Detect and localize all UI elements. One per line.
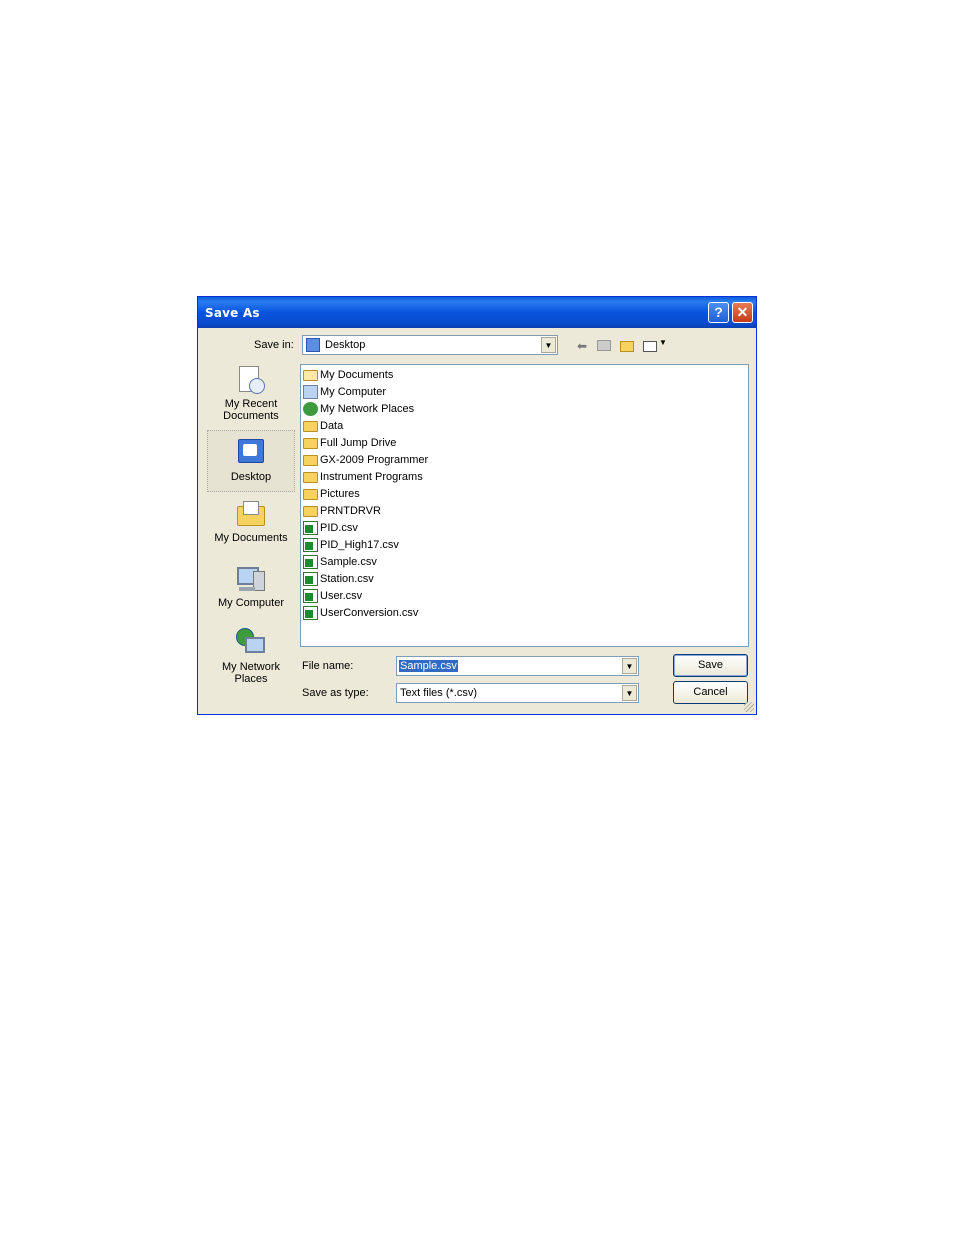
file-name-input[interactable]: Sample.csv ▼ xyxy=(396,656,639,676)
close-icon: ✕ xyxy=(736,304,749,320)
file-name: Instrument Programs xyxy=(320,471,423,483)
new-folder-icon[interactable] xyxy=(620,338,636,352)
folder-icon xyxy=(303,506,318,517)
file-name: PID_High17.csv xyxy=(320,539,399,551)
file-name: Full Jump Drive xyxy=(320,437,397,449)
file-name: UserConversion.csv xyxy=(320,607,419,619)
my-documents-icon xyxy=(235,498,267,530)
save-as-type-value: Text files (*.csv) xyxy=(400,687,478,699)
file-name: Station.csv xyxy=(320,573,374,585)
csv-file-icon xyxy=(303,521,318,535)
chevron-down-icon[interactable]: ▼ xyxy=(541,337,556,353)
network-places-icon xyxy=(303,402,318,416)
desktop-icon xyxy=(306,338,320,352)
help-button[interactable]: ? xyxy=(708,302,729,323)
file-name: Sample.csv xyxy=(320,556,377,568)
folder-icon xyxy=(303,421,318,432)
folder-icon xyxy=(303,438,318,449)
desktop-icon xyxy=(235,437,267,469)
resize-grip[interactable] xyxy=(744,702,754,712)
file-name: My Documents xyxy=(320,369,394,381)
csv-file-icon xyxy=(303,572,318,586)
save-in-label: Save in: xyxy=(254,339,294,351)
save-button[interactable]: Save xyxy=(673,654,748,677)
csv-file-icon xyxy=(303,606,318,620)
views-menu-icon[interactable]: ▼ xyxy=(643,338,667,352)
chevron-down-icon[interactable]: ▼ xyxy=(622,658,637,674)
close-button[interactable]: ✕ xyxy=(732,302,753,323)
my-documents-icon xyxy=(303,370,318,381)
csv-file-icon xyxy=(303,589,318,603)
file-name: User.csv xyxy=(320,590,363,602)
title-bar[interactable]: Save As ? ✕ xyxy=(198,297,756,328)
place-label: Desktop xyxy=(230,471,272,483)
file-name: GX-2009 Programmer xyxy=(320,454,429,466)
recent-documents-icon xyxy=(235,364,267,396)
file-list[interactable]: My Documents My Computer My Network Places… xyxy=(300,364,749,647)
places-bar: My Recent Documents Desktop My Documents xyxy=(207,364,295,694)
place-my-recent-documents[interactable]: My Recent Documents xyxy=(207,364,295,422)
folder-icon xyxy=(303,472,318,483)
place-my-documents[interactable]: My Documents xyxy=(207,498,295,544)
save-as-type-label: Save as type: xyxy=(302,687,369,699)
my-computer-icon xyxy=(303,385,318,399)
save-as-dialog: Save As ? ✕ Save in: Desktop ▼ ⬅ ▼ My Re… xyxy=(197,296,757,715)
save-as-type-select[interactable]: Text files (*.csv) ▼ xyxy=(396,683,639,703)
back-arrow-icon[interactable]: ⬅ xyxy=(574,339,590,353)
file-name-label: File name: xyxy=(302,660,354,672)
place-label: My Documents xyxy=(214,532,288,544)
my-computer-icon xyxy=(235,563,267,595)
place-my-network-places[interactable]: My Network Places xyxy=(207,627,295,685)
file-name: PID.csv xyxy=(320,522,358,534)
folder-icon xyxy=(303,455,318,466)
place-desktop[interactable]: Desktop xyxy=(207,430,295,492)
file-name: Pictures xyxy=(320,488,360,500)
place-label: My Computer xyxy=(217,597,285,609)
save-in-value: Desktop xyxy=(325,339,366,351)
file-name: PRNTDRVR xyxy=(320,505,381,517)
file-name: My Computer xyxy=(320,386,387,398)
chevron-down-icon[interactable]: ▼ xyxy=(622,685,637,701)
place-my-computer[interactable]: My Computer xyxy=(207,563,295,609)
place-label: My Network xyxy=(221,661,281,673)
place-label: Places xyxy=(234,673,268,685)
save-in-select[interactable]: Desktop ▼ xyxy=(302,335,558,355)
file-name: Data xyxy=(320,420,344,432)
window-title: Save As xyxy=(205,306,260,320)
network-places-icon xyxy=(235,627,267,659)
file-name-value: Sample.csv xyxy=(399,660,458,672)
file-name: My Network Places xyxy=(320,403,415,415)
csv-file-icon xyxy=(303,555,318,569)
csv-file-icon xyxy=(303,538,318,552)
cancel-button[interactable]: Cancel xyxy=(673,681,748,704)
folder-icon xyxy=(303,489,318,500)
place-label: My Recent xyxy=(224,398,278,410)
up-folder-icon[interactable] xyxy=(597,338,613,352)
place-label: Documents xyxy=(223,410,279,422)
